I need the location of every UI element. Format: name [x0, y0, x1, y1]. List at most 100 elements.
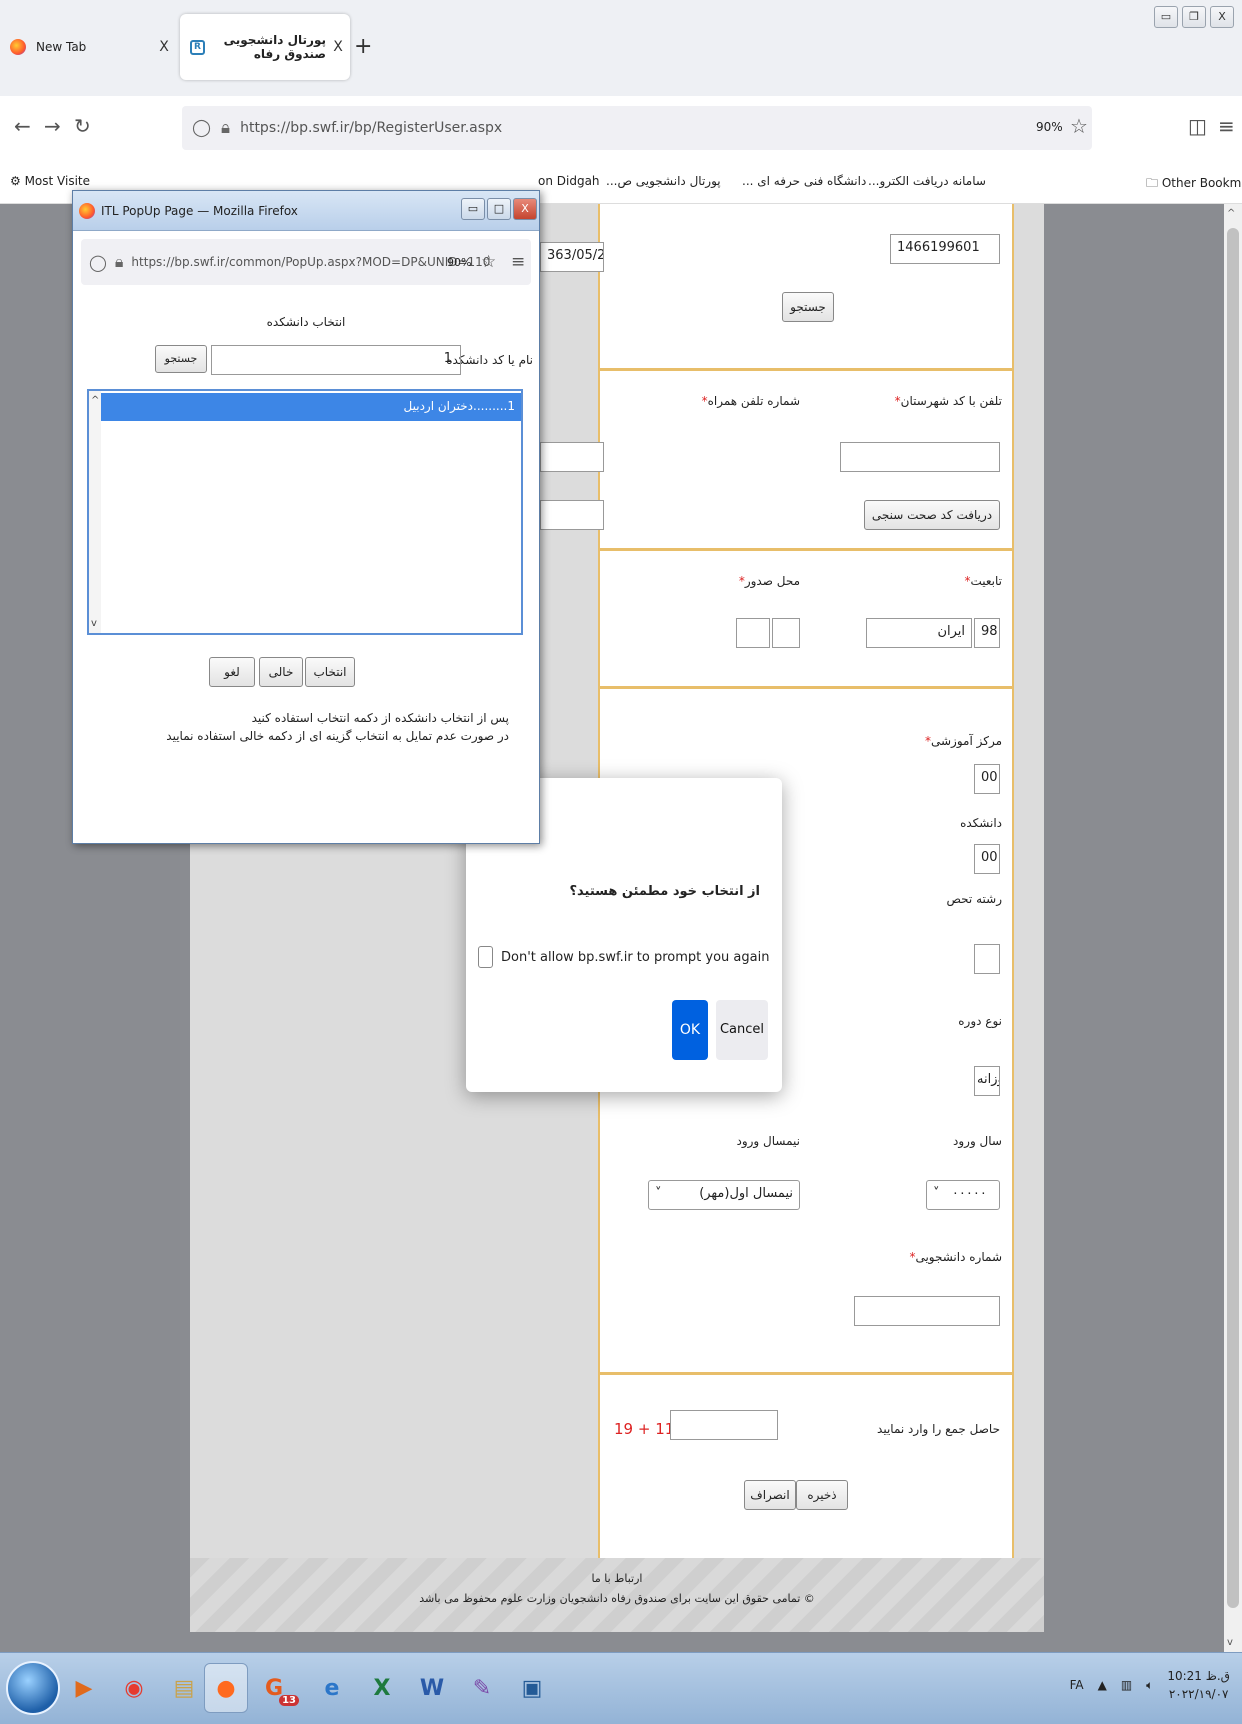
section-divider [600, 548, 1012, 551]
close-window-button[interactable]: X [1210, 6, 1234, 28]
faculty-code-input[interactable]: 00 [974, 844, 1000, 874]
close-tab-icon[interactable]: X [152, 39, 176, 55]
verify-code-input[interactable] [540, 500, 604, 530]
faculty-label: دانشکده [960, 816, 1002, 830]
notification-badge: 13 [279, 1694, 299, 1706]
excel-icon[interactable]: X [360, 1663, 404, 1713]
national-code-input[interactable]: 1466199601 [890, 234, 1000, 264]
entry-semester-select[interactable]: ˅ نیمسال اول(مهر) [648, 1180, 800, 1210]
edu-center-code-input[interactable]: 00 [974, 764, 1000, 794]
firefox-taskbar-icon[interactable]: ● [204, 1663, 248, 1713]
snipping-tool-icon[interactable]: ▣ [510, 1663, 554, 1713]
menu-icon[interactable]: ≡ [1218, 114, 1235, 138]
popup-zoom[interactable]: 90% [447, 256, 471, 269]
paint-icon[interactable]: ✎ [460, 1663, 504, 1713]
clock[interactable]: 10:21 ق.ظ ۲۰۲۲/۱۹/۰۷ [1167, 1667, 1230, 1703]
chrome-icon[interactable]: ◉ [112, 1663, 156, 1713]
word-icon[interactable]: W [410, 1663, 454, 1713]
popup-close-button[interactable]: X [513, 198, 537, 220]
dont-allow-checkbox[interactable]: Don't allow bp.swf.ir to prompt you agai… [478, 946, 769, 968]
chevron-down-icon: ˅ [933, 1186, 940, 1201]
ok-button[interactable]: OK [672, 1000, 708, 1060]
save-button[interactable]: ذخیره [796, 1480, 848, 1510]
issue-place-code-input[interactable] [772, 618, 800, 648]
cancel-button[interactable]: لغو [209, 657, 255, 687]
tab-bar: New Tab X R پورتال دانشجویی صندوق رفاه X… [0, 0, 1242, 96]
popup-titlebar[interactable]: ITL PopUp Page — Mozilla Firefox ▭ □ X [73, 191, 539, 231]
faculty-search-input[interactable]: 1 [211, 345, 461, 375]
scroll-down-icon[interactable]: v [1227, 1637, 1233, 1648]
list-item-selected[interactable]: 1.........دختران اردبیل [101, 393, 521, 421]
page-scrollbar[interactable]: ^ v [1224, 204, 1242, 1652]
bookmark-label: Other Bookmarks [1161, 176, 1242, 190]
faculty-listbox[interactable]: ^ v 1.........دختران اردبیل [87, 389, 523, 635]
search-button[interactable]: جستجو [782, 292, 834, 322]
popup-url-bar[interactable]: ◯ 🔒︎ https://bp.swf.ir/common/PopUp.aspx… [81, 239, 531, 285]
start-button-icon[interactable] [6, 1661, 60, 1715]
bookmark-other[interactable]: 🗀 Other Bookmarks [1146, 174, 1242, 195]
mobile-input[interactable] [540, 442, 604, 472]
checkbox-label: Don't allow bp.swf.ir to prompt you agai… [501, 949, 770, 965]
entry-semester-value: نیمسال اول(مهر) [699, 1186, 793, 1201]
cancel-button[interactable]: Cancel [716, 1000, 768, 1060]
tab-portal[interactable]: R پورتال دانشجویی صندوق رفاه X [180, 14, 350, 80]
menu-icon[interactable]: ≡ [511, 252, 525, 272]
scroll-thumb[interactable] [1227, 228, 1239, 1608]
bookmark-portal[interactable]: پورتال دانشجویی ص... [606, 174, 721, 188]
captcha-label: حاصل جمع را وارد نمایید [877, 1422, 1000, 1436]
nationality-label: تابعیت* [964, 574, 1002, 588]
tab-new-tab[interactable]: New Tab X [6, 14, 176, 80]
scroll-down-icon[interactable]: v [91, 618, 97, 629]
lock-icon: 🔒︎ [221, 118, 231, 138]
bookmark-star-icon[interactable]: ☆ [1070, 114, 1088, 138]
restore-button[interactable]: ❐ [1182, 6, 1206, 28]
lock-icon: 🔒︎ [114, 252, 124, 271]
show-hidden-icons-icon[interactable]: ▲ [1098, 1678, 1107, 1692]
cancel-button[interactable]: انصراف [744, 1480, 796, 1510]
course-type-select[interactable]: روزانه [974, 1066, 1000, 1096]
file-explorer-icon[interactable]: ▤ [162, 1663, 206, 1713]
media-player-icon[interactable]: ▶ [62, 1663, 106, 1713]
contact-link[interactable]: ارتباط با ما [190, 1572, 1044, 1585]
bookmark-didgah[interactable]: on Didgah [538, 174, 600, 188]
bookmark-tvu[interactable]: دانشگاه فنی حرفه ای ... [742, 174, 866, 188]
network-icon[interactable]: ▥ [1121, 1678, 1132, 1692]
language-indicator[interactable]: FA [1070, 1678, 1084, 1692]
new-tab-button[interactable]: + [354, 34, 372, 59]
entry-year-select[interactable]: ˅ ۰۰۰۰۰ [926, 1180, 1000, 1210]
birth-date-input[interactable]: 363/05/28 [540, 242, 604, 272]
popup-maximize-button[interactable]: □ [487, 198, 511, 220]
captcha-input[interactable] [670, 1410, 778, 1440]
popup-note-1: پس از انتخاب دانشکده از دکمه انتخاب استف… [251, 711, 509, 725]
checkbox-icon[interactable] [478, 946, 493, 968]
get-verify-code-button[interactable]: دریافت کد صحت سنجی [864, 500, 1000, 530]
bookmark-star-icon[interactable]: ☆ [481, 252, 496, 272]
app-badge-icon[interactable]: G 13 [260, 1663, 304, 1713]
popup-note-2: در صورت عدم تمایل به انتخاب گزینه ای از … [166, 729, 509, 743]
minimize-button[interactable]: ▭ [1154, 6, 1178, 28]
select-button[interactable]: انتخاب [305, 657, 355, 687]
phone-input[interactable] [840, 442, 1000, 472]
scroll-up-icon[interactable]: ^ [1227, 208, 1235, 219]
faculty-search-button[interactable]: جستجو [155, 345, 207, 373]
scroll-up-icon[interactable]: ^ [91, 395, 99, 406]
volume-icon[interactable]: 🔈︎ [1146, 1678, 1153, 1693]
close-tab-icon[interactable]: X [326, 39, 350, 55]
zoom-level[interactable]: 90% [1036, 120, 1063, 134]
forward-icon[interactable]: → [44, 114, 61, 138]
url-bar[interactable]: ◯ 🔒︎ https://bp.swf.ir/bp/RegisterUser.a… [182, 106, 1092, 150]
bookmark-most-visited[interactable]: ⚙ Most Visite [10, 174, 90, 188]
back-icon[interactable]: ← [14, 114, 31, 138]
bookmark-label: Most Visite [24, 174, 90, 188]
student-no-input[interactable] [854, 1296, 1000, 1326]
nationality-code-input[interactable]: 98 [974, 618, 1000, 648]
popup-minimize-button[interactable]: ▭ [461, 198, 485, 220]
pocket-icon[interactable]: ◫ [1188, 114, 1207, 138]
internet-explorer-icon[interactable]: e [310, 1663, 354, 1713]
empty-button[interactable]: خالی [259, 657, 303, 687]
major-code-input[interactable] [974, 944, 1000, 974]
bookmark-samaneh[interactable]: سامانه دریافت الکترو... [868, 174, 986, 188]
popup-title: ITL PopUp Page — Mozilla Firefox [101, 203, 298, 218]
reload-icon[interactable]: ↻ [74, 114, 91, 138]
listbox-scrollbar[interactable]: ^ v [89, 391, 101, 633]
